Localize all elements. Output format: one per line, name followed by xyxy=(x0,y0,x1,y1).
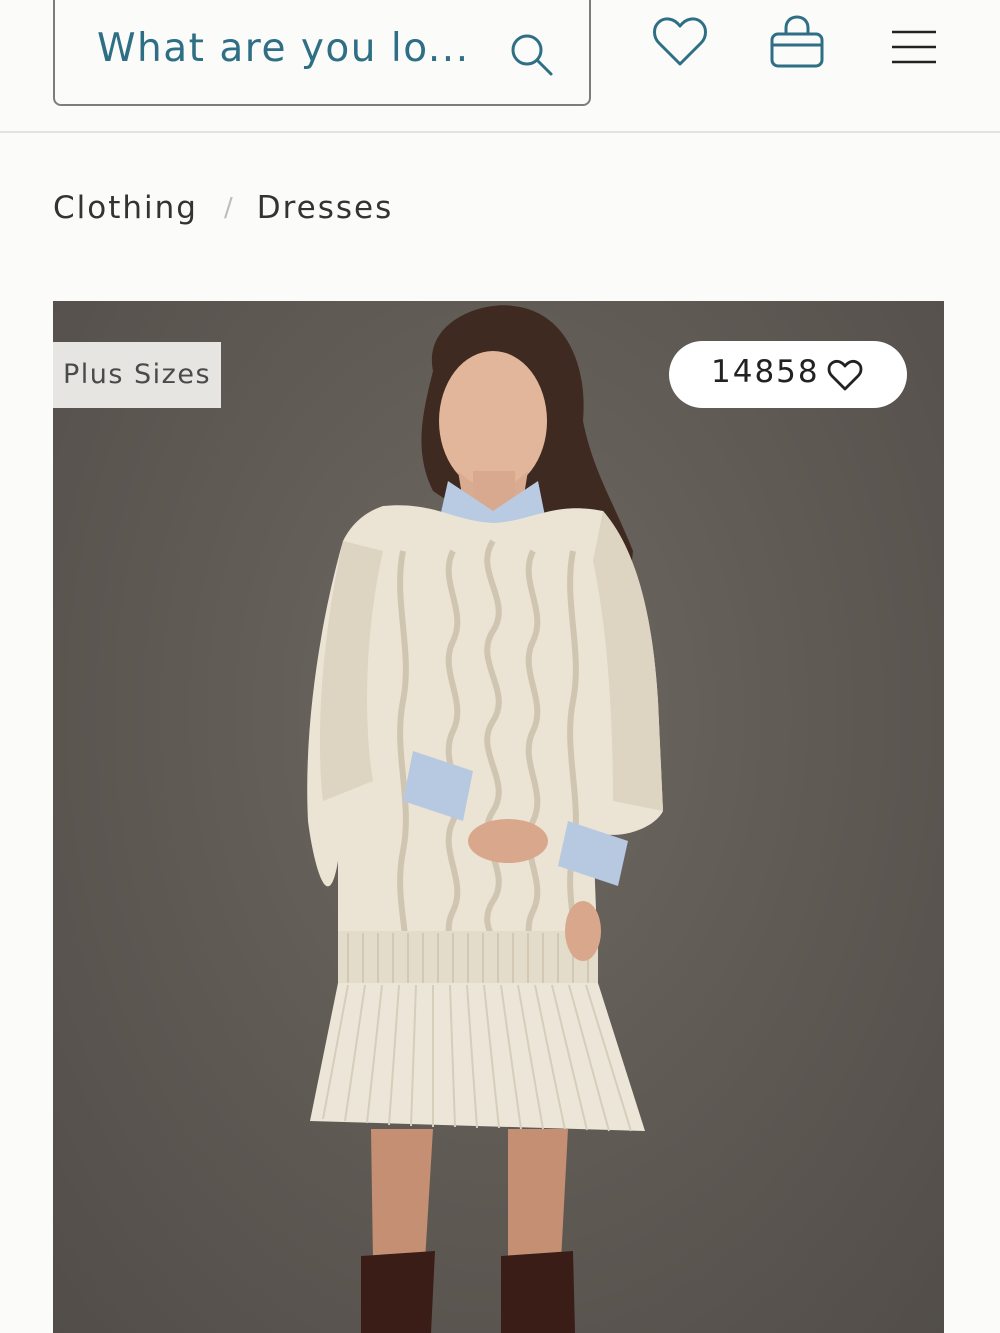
like-count: 14858 xyxy=(711,354,820,390)
hamburger-menu-icon[interactable] xyxy=(890,28,938,66)
product-photo-illustration xyxy=(307,305,663,1333)
product-image[interactable]: Plus Sizes 14858 xyxy=(53,301,944,1333)
search-placeholder: What are you lo... xyxy=(97,26,470,71)
site-header: What are you lo... xyxy=(0,0,1000,133)
heart-icon xyxy=(827,359,863,391)
breadcrumb: Clothing / Dresses xyxy=(53,190,393,226)
like-button[interactable]: 14858 xyxy=(669,341,907,408)
shopping-bag-icon[interactable] xyxy=(768,14,826,70)
search-input[interactable]: What are you lo... xyxy=(53,0,591,106)
plus-sizes-badge: Plus Sizes xyxy=(53,342,221,408)
search-icon[interactable] xyxy=(507,30,555,78)
breadcrumb-separator: / xyxy=(223,193,235,223)
heart-icon[interactable] xyxy=(652,16,708,68)
breadcrumb-item-clothing[interactable]: Clothing xyxy=(53,190,198,226)
breadcrumb-item-dresses[interactable]: Dresses xyxy=(257,190,394,226)
